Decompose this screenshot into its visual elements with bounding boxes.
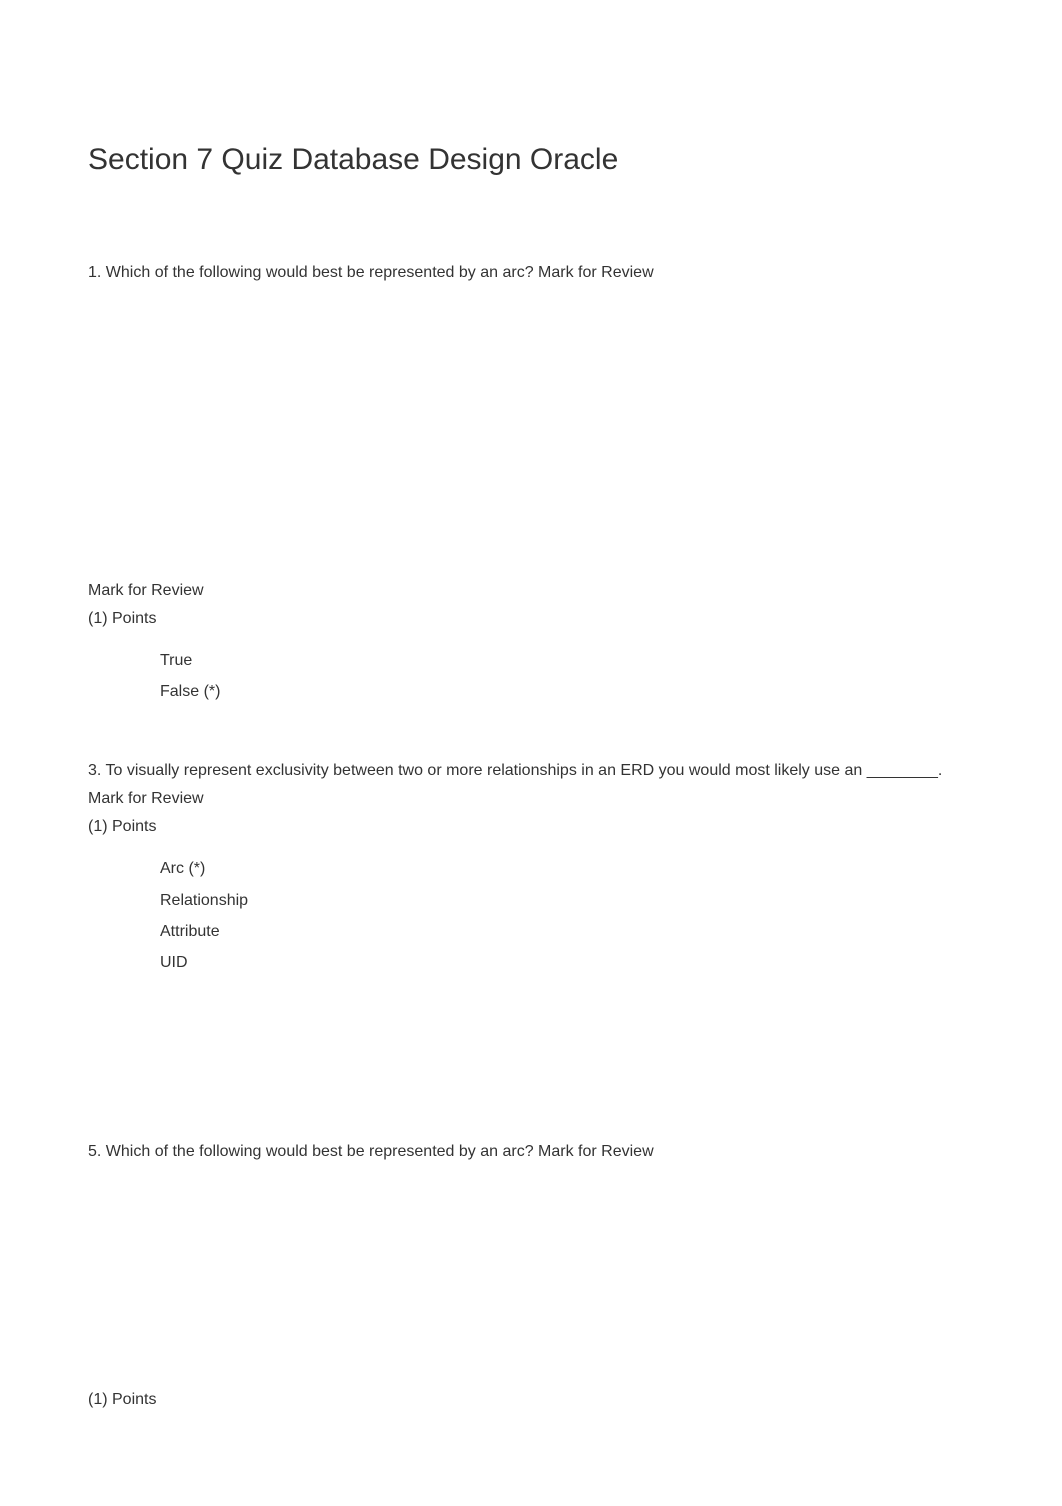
option: False (*) — [160, 676, 974, 707]
question-2-points: (1) Points — [88, 605, 974, 633]
question-3-points: (1) Points — [88, 813, 974, 841]
spacer — [88, 287, 974, 577]
document-page: Section 7 Quiz Database Design Oracle 1.… — [0, 0, 1062, 1506]
spacer — [88, 978, 974, 1138]
question-2-prefix: Mark for Review — [88, 577, 974, 605]
question-2-options: True False (*) — [88, 645, 974, 707]
option: Relationship — [160, 885, 974, 916]
option: Attribute — [160, 916, 974, 947]
option: True — [160, 645, 974, 676]
page-title: Section 7 Quiz Database Design Oracle — [88, 140, 974, 179]
question-5-text: 5. Which of the following would best be … — [88, 1138, 974, 1166]
spacer — [88, 707, 974, 757]
question-3-options: Arc (*) Relationship Attribute UID — [88, 853, 974, 978]
footer-points: (1) Points — [88, 1386, 974, 1414]
question-3-text: 3. To visually represent exclusivity bet… — [88, 757, 974, 813]
question-1-text: 1. Which of the following would best be … — [88, 259, 974, 287]
spacer — [88, 1166, 974, 1386]
option: Arc (*) — [160, 853, 974, 884]
option: UID — [160, 947, 974, 978]
